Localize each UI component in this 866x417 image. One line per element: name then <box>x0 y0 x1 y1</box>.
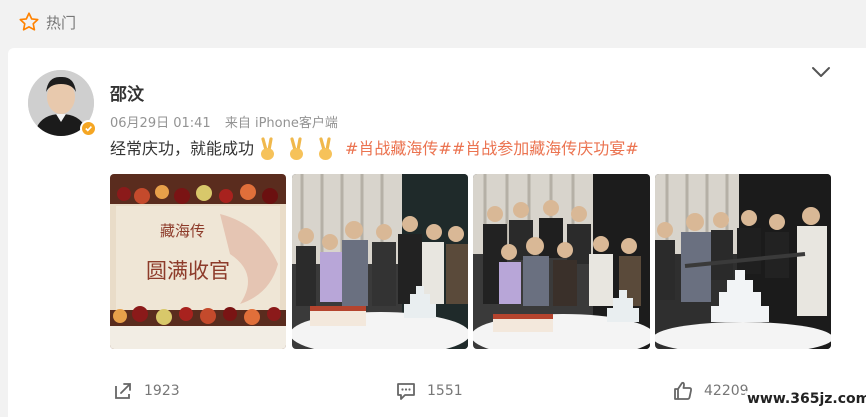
hashtag-link[interactable]: #肖战藏海传# <box>345 137 452 161</box>
post-date[interactable]: 06月29日 01:41 <box>110 116 211 131</box>
post-text: 经常庆功，就能成功 #肖战藏海传# #肖战参加藏海传庆功宴# <box>110 137 639 161</box>
chevron-down-icon[interactable] <box>810 64 832 80</box>
photo-group-2[interactable] <box>473 174 650 349</box>
star-outline-icon <box>19 12 39 31</box>
site-watermark: www.365jz.com <box>745 391 866 407</box>
hot-section-label[interactable]: 热门 <box>18 10 76 34</box>
author-name[interactable]: 邵汶 <box>110 80 144 105</box>
share-button[interactable]: 1923 <box>112 380 180 402</box>
hashtag-link[interactable]: #肖战参加藏海传庆功宴# <box>452 137 639 161</box>
victory-hand-emoji <box>261 137 275 160</box>
cake-text-line2: 圆满收官 <box>146 259 230 283</box>
feed-header: 热门 <box>0 0 866 44</box>
thumbs-up-icon <box>674 381 692 400</box>
photo-cake[interactable]: 藏海传 圆满收官 <box>110 174 286 349</box>
comment-count: 1551 <box>427 383 463 399</box>
share-count: 1923 <box>144 383 180 399</box>
photo-gallery: 藏海传 圆满收官 <box>110 174 831 349</box>
victory-hand-emoji <box>319 137 333 160</box>
photo-group-1[interactable] <box>292 174 468 349</box>
comment-button[interactable]: 1551 <box>395 380 463 402</box>
post-source: 来自 iPhone客户端 <box>224 116 338 131</box>
victory-hand-emoji <box>290 137 304 160</box>
photo-cake-cutting[interactable] <box>655 174 831 349</box>
post-body: 经常庆功，就能成功 <box>110 139 255 158</box>
like-button[interactable]: 42209 <box>672 380 749 402</box>
verified-badge-icon <box>80 120 97 137</box>
like-count: 42209 <box>704 383 749 399</box>
post-meta: 06月29日 01:41 来自 iPhone客户端 <box>110 112 338 131</box>
comment-icon <box>397 383 415 400</box>
cake-text-line1: 藏海传 <box>160 222 205 240</box>
hot-label: 热门 <box>46 13 77 32</box>
share-icon <box>115 383 131 399</box>
post-action-bar: 1923 1551 42209 <box>0 380 866 406</box>
